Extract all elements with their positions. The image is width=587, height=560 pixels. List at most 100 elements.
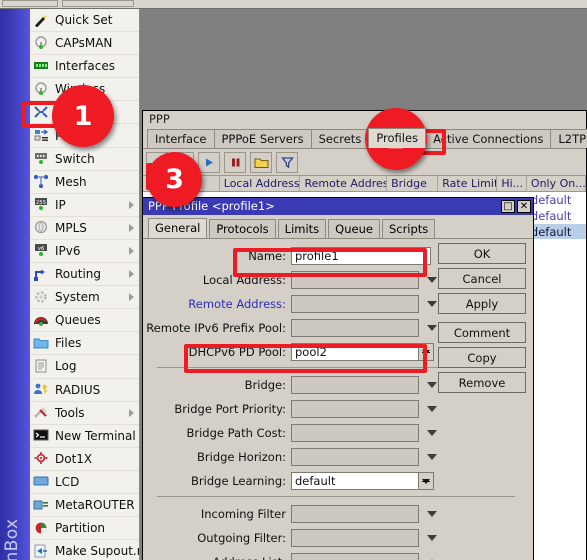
field-label[interactable]: Remote Address:: [143, 297, 291, 311]
sidebar-item-queues[interactable]: Queues: [30, 309, 139, 333]
column-header[interactable]: Hi...: [497, 176, 527, 191]
tab-l2tp-secrets[interactable]: L2TP Secrets: [550, 129, 587, 148]
field-input-dhcpv6-pd-pool[interactable]: pool2: [291, 343, 419, 361]
sidebar-item-label: Partition: [55, 521, 106, 536]
dropdown-arrow-icon[interactable]: [419, 472, 434, 490]
tab-profiles[interactable]: Profiles: [368, 128, 427, 148]
sidebar-item-partition[interactable]: Partition: [30, 517, 139, 541]
field-input-bridge-port-priority[interactable]: [291, 400, 419, 418]
sidebar-item-mpls[interactable]: MPLS: [30, 217, 139, 240]
system-icon: [33, 290, 50, 305]
column-header[interactable]: Bridge: [387, 176, 439, 191]
chevron-down-icon[interactable]: [427, 535, 437, 541]
field-input-local-address[interactable]: [291, 271, 419, 289]
sidebar-item-label: MetaROUTER: [55, 498, 135, 513]
sidebar-item-capsman[interactable]: CAPsMAN: [30, 32, 139, 56]
step-badge-3: 3: [147, 152, 202, 207]
copy-button[interactable]: Copy: [438, 347, 526, 368]
ok-button[interactable]: OK: [438, 243, 526, 264]
sidebar-item-label: Log: [55, 359, 77, 374]
tab-pppoe-servers[interactable]: PPPoE Servers: [213, 129, 312, 148]
chevron-down-icon[interactable]: [427, 454, 437, 460]
field-row-bridge-path-cost: Bridge Path Cost:: [143, 422, 533, 444]
dialog-tab-scripts[interactable]: Scripts: [381, 219, 436, 238]
mesh-icon: [33, 174, 50, 189]
column-header[interactable]: Remote Address: [300, 176, 388, 191]
chevron-down-icon[interactable]: [427, 382, 437, 388]
column-header[interactable]: Local Address: [220, 176, 301, 191]
chevron-down-icon[interactable]: [427, 511, 437, 517]
top-toolbar-cell-2: [62, 0, 134, 7]
sidebar-item-system[interactable]: System: [30, 286, 139, 310]
field-input-remote-ipv6-prefix-pool[interactable]: [291, 319, 419, 337]
maximize-icon[interactable]: □: [501, 200, 515, 213]
chevron-down-icon[interactable]: [427, 406, 437, 412]
dialog-tab-queue[interactable]: Queue: [328, 219, 380, 238]
sidebar-item-routing[interactable]: Routing: [30, 263, 139, 287]
dialog-tab-general[interactable]: General: [148, 218, 208, 238]
winbox-side-rail: RouterOS WinBox: [0, 9, 30, 560]
sidebar-item-quick-set[interactable]: Quick Set: [30, 9, 139, 33]
dialog-tab-protocols[interactable]: Protocols: [209, 219, 276, 238]
cancel-button[interactable]: Cancel: [438, 268, 526, 289]
comment-button[interactable]: Comment: [438, 322, 526, 343]
chevron-right-icon: [129, 200, 134, 209]
enable-button[interactable]: [198, 151, 220, 173]
close-icon[interactable]: ✕: [517, 200, 531, 213]
field-input-address-list[interactable]: [291, 553, 419, 560]
ipv6-icon: v6: [33, 243, 50, 258]
dot1x-icon: [33, 451, 50, 466]
sidebar-item-dot1x[interactable]: Dot1X: [30, 448, 139, 471]
chevron-down-icon[interactable]: [427, 277, 437, 283]
field-input-remote-address[interactable]: [291, 295, 419, 313]
sidebar-item-new-terminal[interactable]: New Terminal: [30, 425, 139, 448]
sidebar-item-tools[interactable]: Tools: [30, 402, 139, 425]
queues-icon: [33, 313, 50, 328]
sidebar-item-log[interactable]: Log: [30, 355, 139, 379]
disable-button[interactable]: [224, 151, 246, 173]
table-cell: default: [530, 225, 572, 239]
sidebar-item-ip[interactable]: 255 IP: [30, 194, 139, 217]
sidebar-item-radius[interactable]: RADIUS: [30, 379, 139, 402]
table-cell: default: [530, 193, 572, 207]
field-input-name[interactable]: profile1: [291, 247, 431, 265]
field-input-bridge-path-cost[interactable]: [291, 424, 419, 442]
field-row-bridge-horizon: Bridge Horizon:: [143, 446, 533, 468]
chevron-down-icon[interactable]: [427, 301, 437, 307]
tab-interface[interactable]: Interface: [147, 129, 215, 148]
sidebar-item-switch[interactable]: Switch: [30, 148, 139, 171]
sidebar-item-lcd[interactable]: LCD: [30, 471, 139, 494]
column-header[interactable]: Rate Limit: [438, 176, 498, 191]
field-label: Incoming Filter: [200, 507, 286, 521]
apply-button[interactable]: Apply: [438, 293, 526, 314]
remove-button[interactable]: Remove: [438, 372, 526, 393]
field-input-bridge-horizon[interactable]: [291, 448, 419, 466]
sidebar-item-label: System: [55, 290, 100, 305]
tab-secrets[interactable]: Secrets: [310, 129, 370, 148]
ppp-window-title: PPP: [143, 111, 586, 128]
field-row-outgoing-filter: Outgoing Filter:: [143, 527, 533, 549]
field-input-incoming-filter[interactable]: [291, 505, 419, 523]
field-input-outgoing-filter[interactable]: [291, 529, 419, 547]
field-input-bridge-learning[interactable]: default: [291, 472, 419, 490]
sidebar-item-label: Quick Set: [55, 13, 113, 28]
sidebar-item-metarouter[interactable]: MetaROUTER: [30, 494, 139, 518]
ppp-toolbar: [143, 149, 586, 176]
sidebar-item-ipv6[interactable]: v6 IPv6: [30, 240, 139, 264]
dropdown-arrow-icon[interactable]: [419, 343, 434, 361]
section-divider: [157, 496, 515, 497]
sidebar-item-files[interactable]: Files: [30, 332, 139, 356]
chevron-right-icon: [129, 223, 134, 232]
column-header[interactable]: Only On...: [527, 176, 586, 191]
sidebar-item-mesh[interactable]: Mesh: [30, 171, 139, 194]
tab-active-connections[interactable]: Active Connections: [425, 129, 552, 148]
chevron-down-icon[interactable]: [427, 430, 437, 436]
field-input-bridge[interactable]: [291, 376, 419, 394]
bridge-icon: [33, 105, 50, 120]
sidebar-item-make-supout-rif[interactable]: Make Supout.rif: [30, 540, 139, 560]
dialog-tab-limits[interactable]: Limits: [277, 219, 327, 238]
comment-folder-button[interactable]: [250, 151, 272, 173]
chevron-down-icon[interactable]: [427, 325, 437, 331]
sidebar-item-interfaces[interactable]: Interfaces: [30, 55, 139, 79]
filter-icon[interactable]: [276, 151, 298, 173]
